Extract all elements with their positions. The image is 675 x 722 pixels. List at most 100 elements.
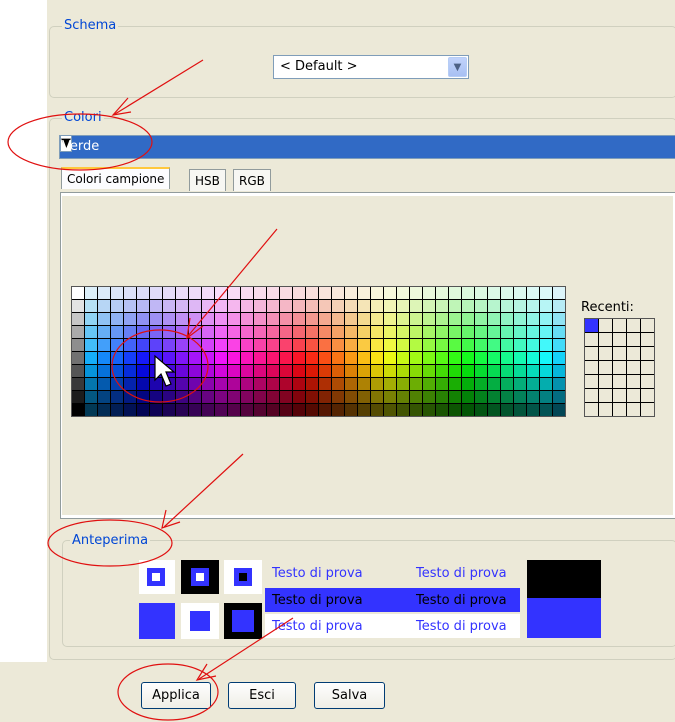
color-swatch[interactable] [397, 313, 409, 325]
recent-swatch-grid[interactable] [584, 318, 655, 417]
color-swatch[interactable] [202, 339, 214, 351]
color-swatch[interactable] [150, 391, 162, 403]
color-swatch[interactable] [371, 391, 383, 403]
color-swatch[interactable] [462, 339, 474, 351]
color-swatch[interactable] [72, 365, 84, 377]
color-swatch[interactable] [215, 352, 227, 364]
color-swatch[interactable] [449, 391, 461, 403]
recent-swatch[interactable] [585, 361, 598, 374]
color-swatch[interactable] [384, 352, 396, 364]
color-swatch[interactable] [462, 352, 474, 364]
color-swatch[interactable] [111, 352, 123, 364]
color-swatch[interactable] [501, 313, 513, 325]
color-swatch[interactable] [345, 326, 357, 338]
color-swatch[interactable] [98, 339, 110, 351]
color-swatch[interactable] [423, 339, 435, 351]
color-swatch[interactable] [397, 352, 409, 364]
color-swatch[interactable] [397, 300, 409, 312]
color-swatch[interactable] [241, 300, 253, 312]
color-swatch[interactable] [293, 339, 305, 351]
color-swatch[interactable] [241, 313, 253, 325]
tab-hsb[interactable]: HSB [189, 169, 226, 191]
color-swatch[interactable] [163, 287, 175, 299]
color-swatch[interactable] [228, 313, 240, 325]
color-swatch[interactable] [85, 404, 97, 416]
color-swatch[interactable] [410, 352, 422, 364]
color-swatch[interactable] [85, 378, 97, 390]
color-swatch[interactable] [319, 339, 331, 351]
color-swatch[interactable] [358, 300, 370, 312]
recent-swatch[interactable] [627, 403, 640, 416]
color-swatch[interactable] [540, 313, 552, 325]
color-swatch[interactable] [163, 326, 175, 338]
color-swatch[interactable] [228, 391, 240, 403]
color-swatch[interactable] [332, 326, 344, 338]
color-swatch[interactable] [98, 352, 110, 364]
color-swatch[interactable] [501, 339, 513, 351]
color-swatch[interactable] [410, 339, 422, 351]
color-swatch[interactable] [319, 404, 331, 416]
color-swatch[interactable] [98, 378, 110, 390]
color-swatch[interactable] [228, 378, 240, 390]
color-swatch[interactable] [358, 365, 370, 377]
color-swatch[interactable] [423, 404, 435, 416]
color-swatch[interactable] [293, 391, 305, 403]
color-swatch[interactable] [423, 326, 435, 338]
color-swatch[interactable] [514, 300, 526, 312]
color-swatch[interactable] [176, 287, 188, 299]
color-swatch[interactable] [527, 378, 539, 390]
color-swatch[interactable] [514, 391, 526, 403]
color-swatch[interactable] [423, 352, 435, 364]
color-swatch[interactable] [332, 313, 344, 325]
color-swatch[interactable] [449, 378, 461, 390]
color-swatch[interactable] [137, 352, 149, 364]
color-swatch[interactable] [254, 391, 266, 403]
color-swatch[interactable] [410, 391, 422, 403]
color-swatch[interactable] [124, 326, 136, 338]
color-swatch[interactable] [254, 378, 266, 390]
color-swatch[interactable] [384, 313, 396, 325]
color-swatch[interactable] [501, 287, 513, 299]
recent-swatch[interactable] [641, 361, 654, 374]
recent-swatch[interactable] [585, 319, 598, 332]
color-swatch[interactable] [124, 404, 136, 416]
color-swatch[interactable] [98, 391, 110, 403]
color-swatch[interactable] [98, 326, 110, 338]
color-swatch[interactable] [189, 391, 201, 403]
color-swatch[interactable] [189, 365, 201, 377]
color-swatch[interactable] [98, 287, 110, 299]
color-swatch[interactable] [475, 404, 487, 416]
color-swatch[interactable] [410, 326, 422, 338]
color-swatch[interactable] [423, 287, 435, 299]
color-swatch[interactable] [332, 352, 344, 364]
recent-swatch[interactable] [599, 347, 612, 360]
color-swatch[interactable] [124, 391, 136, 403]
color-swatch[interactable] [553, 339, 565, 351]
color-swatch[interactable] [397, 326, 409, 338]
color-swatch[interactable] [345, 404, 357, 416]
color-swatch[interactable] [241, 391, 253, 403]
color-swatch[interactable] [85, 391, 97, 403]
color-swatch[interactable] [332, 300, 344, 312]
color-swatch[interactable] [267, 313, 279, 325]
color-swatch[interactable] [501, 391, 513, 403]
color-swatch[interactable] [280, 378, 292, 390]
color-swatch[interactable] [488, 378, 500, 390]
recent-swatch[interactable] [627, 361, 640, 374]
recent-swatch[interactable] [627, 389, 640, 402]
color-swatch[interactable] [280, 391, 292, 403]
color-swatch[interactable] [410, 404, 422, 416]
color-swatch[interactable] [254, 287, 266, 299]
color-swatch[interactable] [332, 378, 344, 390]
color-swatch[interactable] [384, 365, 396, 377]
swatch-grid[interactable] [71, 286, 566, 417]
color-swatch[interactable] [436, 313, 448, 325]
recent-swatch[interactable] [613, 375, 626, 388]
color-swatch[interactable] [202, 365, 214, 377]
color-swatch[interactable] [137, 404, 149, 416]
color-swatch[interactable] [306, 391, 318, 403]
exit-button[interactable]: Esci [228, 682, 296, 709]
color-swatch[interactable] [241, 339, 253, 351]
color-swatch[interactable] [423, 313, 435, 325]
color-swatch[interactable] [436, 326, 448, 338]
